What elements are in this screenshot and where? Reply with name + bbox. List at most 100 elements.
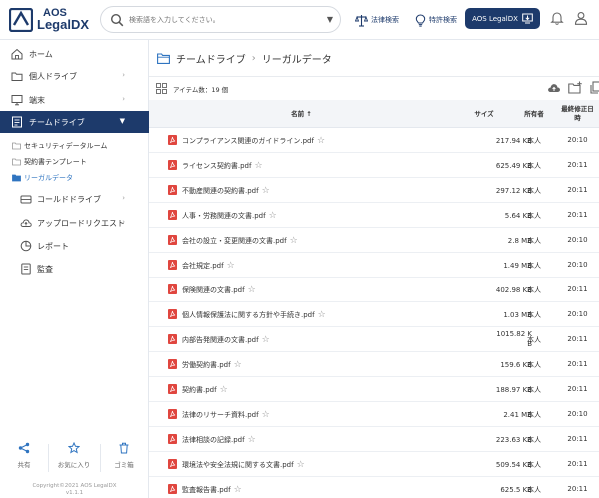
favorite-star-icon[interactable]: ☆ xyxy=(262,335,270,345)
sidebar-subitem-security-dataroom[interactable]: セキュリティデータルーム xyxy=(0,138,149,153)
grid-view-icon[interactable] xyxy=(156,83,167,94)
bell-icon[interactable] xyxy=(550,11,564,25)
account-button[interactable]: AOS LegalDX xyxy=(465,8,540,29)
sidebar-item-home[interactable]: ホーム xyxy=(0,43,149,65)
favorite-star-icon[interactable]: ☆ xyxy=(269,211,277,221)
chevron-right-icon[interactable]: › xyxy=(122,218,125,226)
favorite-star-icon[interactable]: ☆ xyxy=(297,460,305,470)
file-name-cell[interactable]: 内部告発関連の文書.pdf ☆ xyxy=(182,335,270,345)
favorite-star-icon[interactable]: ☆ xyxy=(234,485,242,495)
file-name-cell[interactable]: ライセンス契約書.pdf ☆ xyxy=(182,161,263,171)
file-name[interactable]: 会社の設立・変更関連の文書.pdf xyxy=(182,237,287,245)
table-row[interactable]: 法律のリサーチ資料.pdf ☆ 2.41 MB 本人 20:10 xyxy=(149,402,599,427)
file-name-cell[interactable]: 不動産関連の契約書.pdf ☆ xyxy=(182,186,270,196)
file-name-cell[interactable]: 契約書.pdf ☆ xyxy=(182,385,228,395)
user-icon[interactable] xyxy=(574,11,588,25)
favorite-star-icon[interactable]: ☆ xyxy=(220,385,228,395)
column-header-owner[interactable]: 所有者 xyxy=(514,100,554,128)
file-name[interactable]: 法律のリサーチ資料.pdf xyxy=(182,411,259,419)
file-name[interactable]: 法律相談の記録.pdf xyxy=(182,436,245,444)
favorite-star-icon[interactable]: ☆ xyxy=(262,186,270,196)
sidebar-subitem-contract-templates[interactable]: 契約書テンプレート xyxy=(0,154,149,169)
file-name[interactable]: 人事・労務関連の文書.pdf xyxy=(182,212,266,220)
sidebar-item-audit[interactable]: 監査 xyxy=(0,258,149,280)
search-input[interactable] xyxy=(129,11,319,29)
file-name-cell[interactable]: 労働契約書.pdf ☆ xyxy=(182,360,242,370)
file-name[interactable]: 監査報告書.pdf xyxy=(182,486,231,494)
file-modified-time: 20:11 xyxy=(567,185,588,194)
cloud-upload-icon[interactable] xyxy=(547,81,561,95)
table-row[interactable]: 環境法や安全法規に関する文書.pdf ☆ 509.54 KB 本人 20:11 xyxy=(149,452,599,477)
favorite-star-icon[interactable]: ☆ xyxy=(248,435,256,445)
file-name[interactable]: コンプライアンス関連のガイドライン.pdf xyxy=(182,137,314,145)
file-name-cell[interactable]: 監査報告書.pdf ☆ xyxy=(182,485,242,495)
trash-button[interactable]: ゴミ箱 xyxy=(104,438,144,469)
file-name[interactable]: 内部告発関連の文書.pdf xyxy=(182,336,259,344)
sidebar-item-report[interactable]: レポート xyxy=(0,235,149,257)
search-box[interactable]: ▼ xyxy=(100,6,341,33)
table-row[interactable]: 不動産関連の契約書.pdf ☆ 297.12 KB 本人 20:11 xyxy=(149,178,599,203)
favorite-star-icon[interactable]: ☆ xyxy=(318,310,326,320)
chevron-down-icon[interactable]: ▼ xyxy=(120,117,125,125)
file-name-cell[interactable]: 法律のリサーチ資料.pdf ☆ xyxy=(182,410,270,420)
logo[interactable]: AOS LegalDX xyxy=(9,5,94,35)
file-name-cell[interactable]: 人事・労務関連の文書.pdf ☆ xyxy=(182,211,277,221)
file-name-cell[interactable]: 会社の設立・変更関連の文書.pdf ☆ xyxy=(182,236,298,246)
monitor-icon xyxy=(11,95,23,106)
table-row[interactable]: 内部告発関連の文書.pdf ☆ 1015.82 K B 本人 20:11 xyxy=(149,327,599,353)
favorite-star-icon[interactable]: ☆ xyxy=(290,236,298,246)
breadcrumb-root[interactable]: チームドライブ xyxy=(176,51,246,66)
favorite-star-icon[interactable]: ☆ xyxy=(262,410,270,420)
file-name[interactable]: 契約書.pdf xyxy=(182,386,217,394)
table-row[interactable]: 労働契約書.pdf ☆ 159.6 KB 本人 20:11 xyxy=(149,352,599,378)
favorite-star-icon[interactable]: ☆ xyxy=(254,161,262,171)
column-header-name[interactable]: 名前 ↑ xyxy=(149,100,454,128)
sidebar-subitem-legal-data[interactable]: リーガルデータ xyxy=(0,170,149,185)
favorite-star-icon[interactable]: ☆ xyxy=(234,360,242,370)
file-name-cell[interactable]: 環境法や安全法規に関する文書.pdf ☆ xyxy=(182,460,305,470)
file-name[interactable]: 環境法や安全法規に関する文書.pdf xyxy=(182,461,294,469)
patent-search-link[interactable]: 特許検索 xyxy=(415,13,457,27)
table-row[interactable]: 契約書.pdf ☆ 188.97 KB 本人 20:11 xyxy=(149,377,599,402)
table-row[interactable]: コンプライアンス関連のガイドライン.pdf ☆ 217.94 KB 本人 20:10 xyxy=(149,128,599,153)
table-row[interactable]: 会社規定.pdf ☆ 1.49 MB 本人 20:10 xyxy=(149,253,599,278)
favorite-star-icon[interactable]: ☆ xyxy=(227,261,235,271)
chevron-right-icon[interactable]: › xyxy=(122,71,125,79)
file-name[interactable]: 労働契約書.pdf xyxy=(182,361,231,369)
table-row[interactable]: 監査報告書.pdf ☆ 625.5 KB 本人 20:11 xyxy=(149,477,599,498)
file-name[interactable]: 保険関連の文書.pdf xyxy=(182,286,245,294)
sidebar-item-team-drive[interactable]: チームドライブ ▼ xyxy=(0,111,149,133)
favorites-button[interactable]: お気に入り xyxy=(54,438,94,469)
search-dropdown-icon[interactable]: ▼ xyxy=(327,15,333,24)
table-row[interactable]: 保険関連の文書.pdf ☆ 402.98 KB 本人 20:11 xyxy=(149,277,599,303)
file-name-cell[interactable]: 会社規定.pdf ☆ xyxy=(182,261,235,271)
favorite-star-icon[interactable]: ☆ xyxy=(317,136,325,146)
table-row[interactable]: 人事・労務関連の文書.pdf ☆ 5.64 KB 本人 20:11 xyxy=(149,203,599,228)
file-name-cell[interactable]: 個人情報保護法に関する方針や手続き.pdf ☆ xyxy=(182,310,326,320)
column-header-modified[interactable]: 最終修正日 時 xyxy=(554,100,599,128)
column-header-size[interactable]: サイズ xyxy=(454,100,514,128)
file-name[interactable]: 個人情報保護法に関する方針や手続き.pdf xyxy=(182,311,315,319)
favorite-star-icon[interactable]: ☆ xyxy=(248,285,256,295)
table-row[interactable]: ライセンス契約書.pdf ☆ 625.49 KB 本人 20:11 xyxy=(149,153,599,178)
file-name[interactable]: ライセンス契約書.pdf xyxy=(182,162,251,170)
file-name[interactable]: 会社規定.pdf xyxy=(182,262,224,270)
table-row[interactable]: 個人情報保護法に関する方針や手続き.pdf ☆ 1.03 MB 本人 20:10 xyxy=(149,302,599,328)
file-name-cell[interactable]: 法律相談の記録.pdf ☆ xyxy=(182,435,256,445)
sidebar-item-cold-drive[interactable]: コールドドライブ › xyxy=(0,188,149,210)
file-name-cell[interactable]: コンプライアンス関連のガイドライン.pdf ☆ xyxy=(182,136,325,146)
table-row[interactable]: 法律相談の記録.pdf ☆ 223.63 KB 本人 20:11 xyxy=(149,427,599,452)
pdf-file-icon xyxy=(168,135,177,145)
upload-file-icon[interactable] xyxy=(589,81,599,95)
sidebar-item-upload-request[interactable]: アップロードリクエスト › xyxy=(0,212,149,234)
file-name-cell[interactable]: 保険関連の文書.pdf ☆ xyxy=(182,285,256,295)
sidebar-item-personal-drive[interactable]: 個人ドライブ › xyxy=(0,65,149,87)
sidebar-item-devices[interactable]: 端末 › xyxy=(0,89,149,111)
chevron-right-icon[interactable]: › xyxy=(122,194,125,202)
file-name[interactable]: 不動産関連の契約書.pdf xyxy=(182,187,259,195)
law-search-link[interactable]: 法律検索 xyxy=(355,13,399,27)
share-button[interactable]: 共有 xyxy=(4,438,44,469)
chevron-right-icon[interactable]: › xyxy=(122,95,125,103)
new-folder-icon[interactable] xyxy=(568,81,582,95)
table-row[interactable]: 会社の設立・変更関連の文書.pdf ☆ 2.8 MB 本人 20:10 xyxy=(149,228,599,253)
